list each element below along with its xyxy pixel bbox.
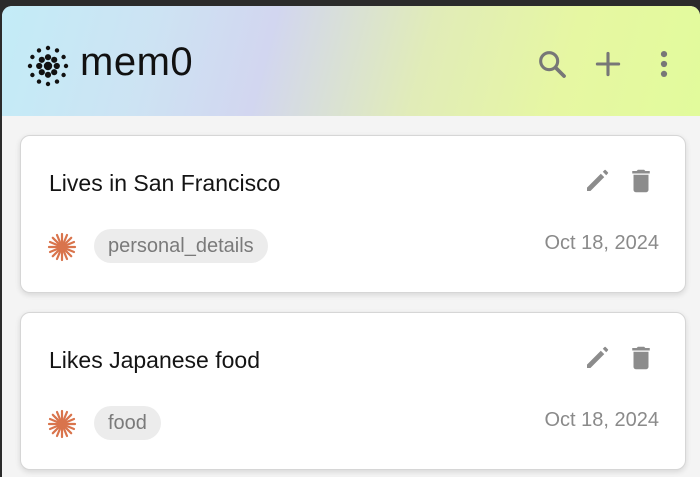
memory-text: Lives in San Francisco <box>49 170 281 196</box>
trash-icon <box>632 169 650 193</box>
brand-name: mem0 <box>80 40 194 84</box>
search-button[interactable] <box>535 47 569 81</box>
more-vert-icon <box>660 50 668 78</box>
delete-button[interactable] <box>626 343 656 373</box>
memory-card[interactable]: Lives in San Francisco personal_details … <box>20 135 686 293</box>
memory-date: Oct 18, 2024 <box>544 232 659 254</box>
header: mem0 <box>2 6 700 116</box>
pencil-icon <box>587 169 609 191</box>
pencil-icon <box>587 346 609 368</box>
memory-date: Oct 18, 2024 <box>544 409 659 431</box>
edit-button[interactable] <box>582 166 612 196</box>
add-memory-button[interactable] <box>591 47 625 81</box>
sparkle-icon <box>47 232 77 262</box>
app-window: mem0 Lives in San Francisco personal_det… <box>2 6 700 477</box>
more-options-button[interactable] <box>647 47 681 81</box>
trash-icon <box>632 346 650 370</box>
edit-button[interactable] <box>582 343 612 373</box>
mem0-logo-icon <box>27 45 69 87</box>
plus-icon <box>595 51 621 77</box>
search-icon <box>539 51 566 78</box>
delete-button[interactable] <box>626 166 656 196</box>
category-chip[interactable]: food <box>94 406 161 440</box>
memory-card[interactable]: Likes Japanese food food Oct 18, 2024 <box>20 312 686 470</box>
sparkle-icon <box>47 409 77 439</box>
category-chip[interactable]: personal_details <box>94 229 268 263</box>
memory-text: Likes Japanese food <box>49 347 260 373</box>
